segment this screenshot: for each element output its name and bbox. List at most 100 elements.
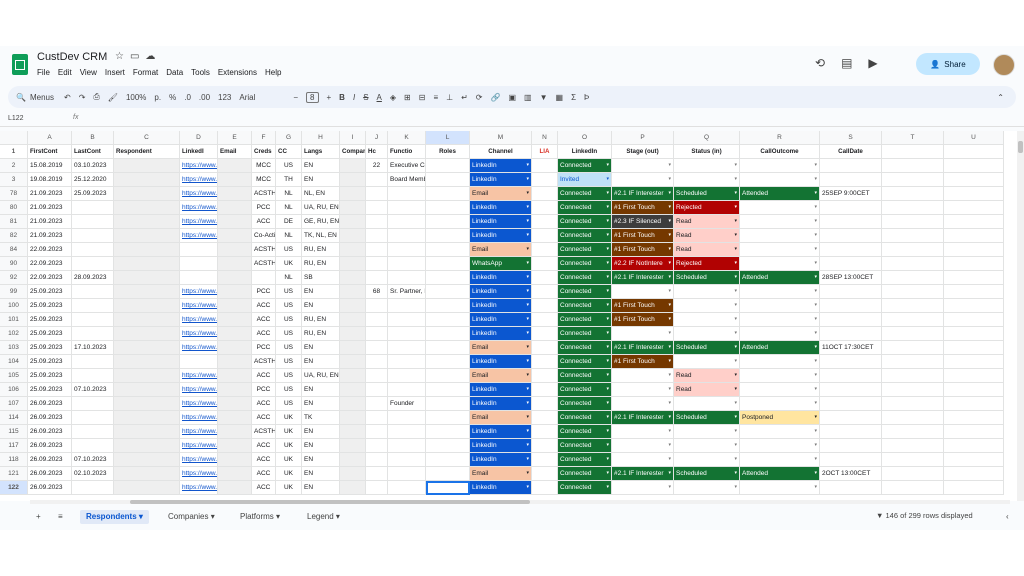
cell-f[interactable]: ACC: [252, 397, 276, 411]
dropdown-arrow-icon[interactable]: ▾: [668, 453, 671, 466]
header-cell-i[interactable]: Compar: [340, 145, 366, 159]
cell-m[interactable]: Email ▾: [470, 467, 532, 481]
cell-p[interactable]: ▾: [612, 425, 674, 439]
cell-u[interactable]: [944, 355, 1004, 369]
cell-l[interactable]: [426, 201, 470, 215]
cell-i[interactable]: [340, 285, 366, 299]
cell-u[interactable]: [944, 285, 1004, 299]
cell-e[interactable]: [218, 369, 252, 383]
cell-q[interactable]: Read ▾: [674, 369, 740, 383]
dropdown-arrow-icon[interactable]: ▾: [814, 257, 817, 270]
dropdown-arrow-icon[interactable]: ▾: [668, 159, 671, 172]
dropdown-arrow-icon[interactable]: ▾: [814, 397, 817, 410]
cell-u[interactable]: [944, 453, 1004, 467]
cell-a[interactable]: 25.09.2023: [28, 355, 72, 369]
cell-s[interactable]: 28SEP 13:00CET: [820, 271, 882, 285]
dropdown-arrow-icon[interactable]: ▾: [734, 397, 737, 410]
column-header-l[interactable]: L: [426, 131, 470, 145]
cell-k[interactable]: [388, 481, 426, 495]
cell-i[interactable]: [340, 313, 366, 327]
row-number[interactable]: 101: [0, 313, 28, 327]
dropdown-arrow-icon[interactable]: ▾: [668, 215, 671, 228]
cell-o[interactable]: Connected ▾: [558, 285, 612, 299]
row-number[interactable]: 115: [0, 425, 28, 439]
dropdown-arrow-icon[interactable]: ▾: [668, 327, 671, 340]
cell-t[interactable]: [882, 425, 944, 439]
cell-f[interactable]: ACSTH: [252, 425, 276, 439]
strikethrough-icon[interactable]: S: [363, 93, 368, 102]
cell-p[interactable]: ▾: [612, 285, 674, 299]
cell-n[interactable]: [532, 383, 558, 397]
select-all-corner[interactable]: [0, 131, 28, 145]
dropdown-arrow-icon[interactable]: ▾: [668, 341, 671, 354]
add-sheet-icon[interactable]: +: [30, 510, 47, 524]
cell-q[interactable]: ▾: [674, 453, 740, 467]
dropdown-arrow-icon[interactable]: ▾: [606, 299, 609, 312]
cell-l[interactable]: [426, 313, 470, 327]
cell-r[interactable]: ▾: [740, 397, 820, 411]
dropdown-arrow-icon[interactable]: ▾: [668, 229, 671, 242]
cell-k[interactable]: [388, 299, 426, 313]
cell-l[interactable]: [426, 257, 470, 271]
cell-a[interactable]: 26.09.2023: [28, 425, 72, 439]
menu-help[interactable]: Help: [265, 68, 281, 77]
collapse-toolbar-icon[interactable]: ⌃: [997, 93, 1004, 102]
cell-o[interactable]: Connected ▾: [558, 453, 612, 467]
dropdown-arrow-icon[interactable]: ▾: [526, 439, 529, 452]
cell-f[interactable]: MCC: [252, 159, 276, 173]
dropdown-arrow-icon[interactable]: ▾: [526, 201, 529, 214]
cell-o[interactable]: Connected ▾: [558, 313, 612, 327]
dropdown-arrow-icon[interactable]: ▾: [526, 327, 529, 340]
dropdown-arrow-icon[interactable]: ▾: [814, 215, 817, 228]
cell-l[interactable]: [426, 411, 470, 425]
header-cell-r[interactable]: CallOutcome: [740, 145, 820, 159]
dropdown-arrow-icon[interactable]: ▾: [814, 341, 817, 354]
cell-d[interactable]: [180, 271, 218, 285]
cell-f[interactable]: Co-Active: [252, 229, 276, 243]
column-header-e[interactable]: E: [218, 131, 252, 145]
cell-g[interactable]: TH: [276, 173, 302, 187]
share-button[interactable]: 👤 Share: [916, 53, 980, 75]
dropdown-arrow-icon[interactable]: ▾: [606, 467, 609, 480]
increase-decimal[interactable]: .00: [199, 93, 210, 102]
cell-k[interactable]: [388, 215, 426, 229]
cell-p[interactable]: #2.1 IF Interester ▾: [612, 467, 674, 481]
cell-f[interactable]: ACC: [252, 439, 276, 453]
cell-a[interactable]: 25.09.2023: [28, 285, 72, 299]
cell-m[interactable]: LinkedIn ▾: [470, 383, 532, 397]
cell-l[interactable]: [426, 481, 470, 495]
cell-a[interactable]: 25.09.2023: [28, 299, 72, 313]
cell-a[interactable]: 21.09.2023: [28, 201, 72, 215]
dropdown-arrow-icon[interactable]: ▾: [606, 453, 609, 466]
cell-r[interactable]: ▾: [740, 439, 820, 453]
paint-format-icon[interactable]: 🖌: [108, 93, 118, 102]
cell-e[interactable]: [218, 425, 252, 439]
cell-e[interactable]: [218, 481, 252, 495]
menus-search[interactable]: 🔍 Menus: [16, 93, 54, 102]
cell-j[interactable]: [366, 481, 388, 495]
cell-q[interactable]: Read ▾: [674, 383, 740, 397]
menu-file[interactable]: File: [37, 68, 50, 77]
cell-n[interactable]: [532, 439, 558, 453]
dropdown-arrow-icon[interactable]: ▾: [526, 313, 529, 326]
dropdown-arrow-icon[interactable]: ▾: [814, 201, 817, 214]
cell-e[interactable]: [218, 299, 252, 313]
cell-r[interactable]: ▾: [740, 481, 820, 495]
dropdown-arrow-icon[interactable]: ▾: [606, 383, 609, 396]
dropdown-arrow-icon[interactable]: ▾: [606, 425, 609, 438]
cell-o[interactable]: Connected ▾: [558, 187, 612, 201]
cell-k[interactable]: [388, 369, 426, 383]
cell-e[interactable]: [218, 453, 252, 467]
dropdown-arrow-icon[interactable]: ▾: [606, 229, 609, 242]
dropdown-arrow-icon[interactable]: ▾: [814, 271, 817, 284]
cell-h[interactable]: NL, EN: [302, 187, 340, 201]
cell-d[interactable]: https://www.l: [180, 369, 218, 383]
cell-k[interactable]: [388, 229, 426, 243]
cell-m[interactable]: LinkedIn ▾: [470, 229, 532, 243]
cell-f[interactable]: ACC: [252, 481, 276, 495]
header-cell-b[interactable]: LastCont: [72, 145, 114, 159]
cell-o[interactable]: Connected ▾: [558, 355, 612, 369]
column-header-j[interactable]: J: [366, 131, 388, 145]
cell-c[interactable]: [114, 383, 180, 397]
cell-b[interactable]: 03.10.2023: [72, 159, 114, 173]
